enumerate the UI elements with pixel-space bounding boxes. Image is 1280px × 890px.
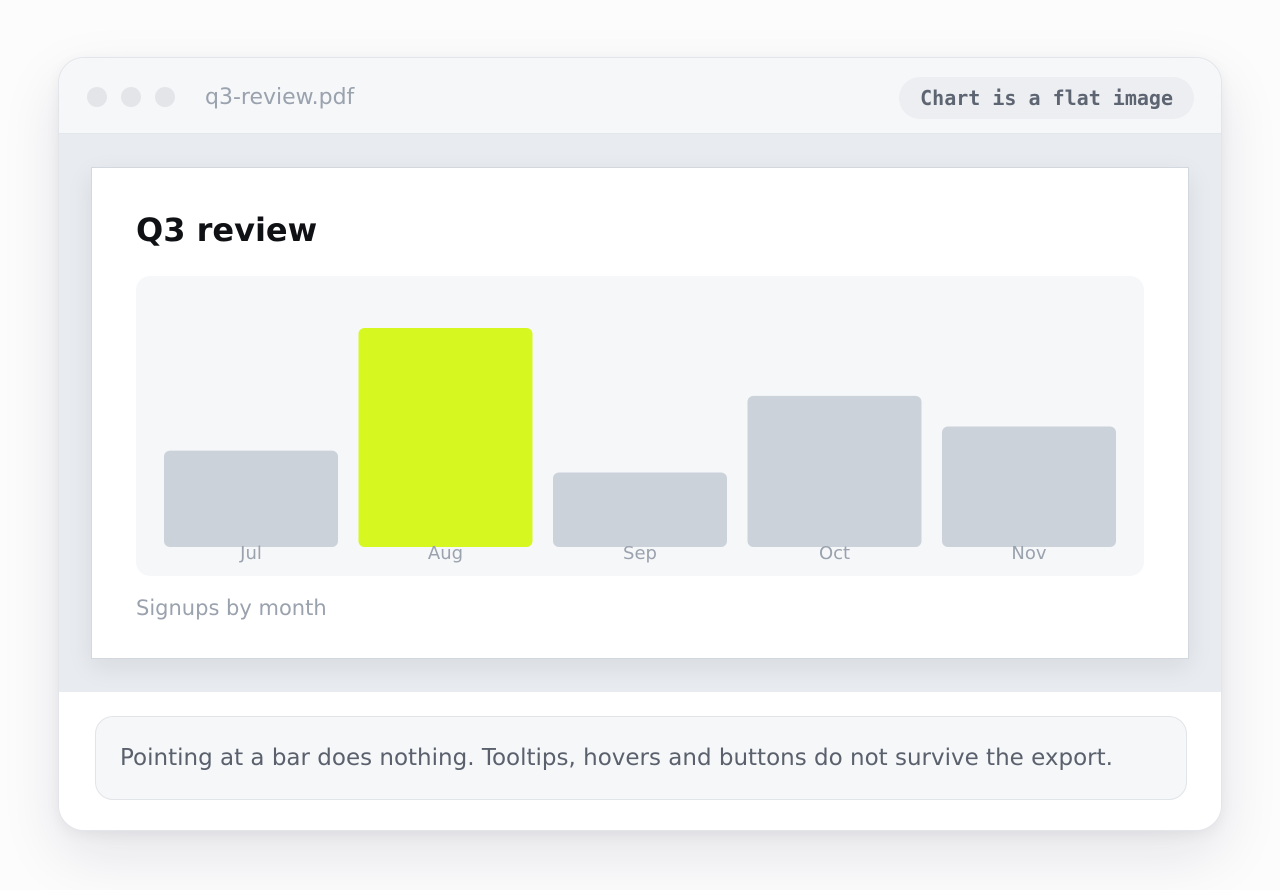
bar-nov (942, 426, 1116, 547)
window-minimize-dot-icon[interactable] (121, 87, 141, 107)
pdf-page: Q3 review Jul Aug Sep Oct Nov Signups by mon… (91, 167, 1189, 659)
footer-area: Pointing at a bar does nothing. Tooltips… (59, 692, 1221, 830)
bar-aug (358, 328, 533, 547)
window-maximize-dot-icon[interactable] (155, 87, 175, 107)
bar-sep (553, 472, 727, 547)
category-label-sep: Sep (623, 543, 657, 564)
category-label-nov: Nov (1011, 543, 1046, 564)
document-filename: q3-review.pdf (205, 85, 355, 110)
signups-chart: Jul Aug Sep Oct Nov (136, 276, 1144, 576)
category-label-oct: Oct (819, 543, 850, 564)
chart-caption: Signups by month (136, 596, 327, 620)
category-label-aug: Aug (428, 543, 463, 564)
export-note: Pointing at a bar does nothing. Tooltips… (95, 716, 1187, 800)
bar-oct (747, 395, 922, 547)
pdf-viewer-window: q3-review.pdf Chart is a flat image Q3 r… (58, 57, 1222, 831)
page-title: Q3 review (136, 211, 318, 249)
signups-chart-svg: Jul Aug Sep Oct Nov (164, 328, 1116, 564)
flat-image-badge: Chart is a flat image (899, 77, 1194, 119)
bar-jul (164, 450, 338, 547)
document-viewport: Q3 review Jul Aug Sep Oct Nov Signups by mon… (59, 134, 1221, 692)
window-titlebar: q3-review.pdf Chart is a flat image (59, 58, 1221, 134)
window-close-dot-icon[interactable] (87, 87, 107, 107)
category-label-jul: Jul (239, 543, 262, 564)
